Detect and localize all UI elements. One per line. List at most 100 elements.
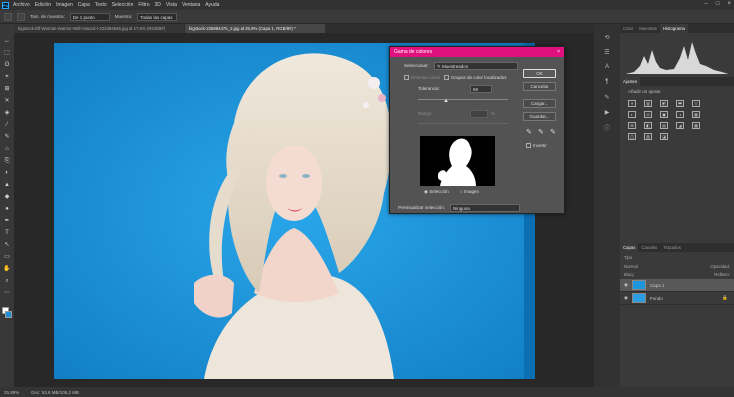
gradient-map-icon[interactable]: ▩ xyxy=(692,122,700,129)
curves-icon[interactable]: ◩ xyxy=(660,100,668,107)
tab-document-1[interactable]: bigstock-Elf-Woman-Warrior-With-Sword-I-… xyxy=(14,24,184,33)
layer-row-capa-1[interactable]: ◉ Capa 1 xyxy=(620,279,734,292)
menu-imagen[interactable]: Imagen xyxy=(56,2,73,8)
tab-document-2[interactable]: bigstock-226884475_2.jpg al 25,9% (Capa … xyxy=(185,24,325,33)
invert-checkbox[interactable]: Invertir xyxy=(526,143,547,149)
crop-tool-icon[interactable]: ⊞ xyxy=(3,85,11,93)
eye-icon[interactable]: ◉ xyxy=(624,282,628,288)
tab-channels[interactable]: Canales xyxy=(638,243,660,252)
color-balance-icon[interactable]: ⚖ xyxy=(644,111,652,118)
localized-clusters-checkbox[interactable]: Grupos de color localizados xyxy=(444,75,507,81)
cancel-button[interactable]: Cancelar xyxy=(523,82,556,91)
posterize-icon[interactable]: ▤ xyxy=(660,122,668,129)
detect-faces-box[interactable] xyxy=(404,75,409,81)
blend-mode-select[interactable]: Normal xyxy=(624,264,638,269)
zoom-tool-icon[interactable]: ⌕ xyxy=(3,277,11,285)
minimize-icon[interactable]: – xyxy=(705,1,708,7)
tab-layers[interactable]: Capas xyxy=(620,243,639,252)
hue-saturation-icon[interactable]: ◐ xyxy=(628,111,636,118)
selective-color-icon[interactable]: ◫ xyxy=(628,133,636,140)
menu-vista[interactable]: Vista xyxy=(166,2,177,8)
range-slider-track[interactable] xyxy=(418,123,508,124)
move-tool-icon[interactable]: ↔ xyxy=(3,37,11,45)
eyedropper-subtract-icon[interactable]: ✎ xyxy=(550,128,556,136)
menu-filtro[interactable]: Filtro xyxy=(138,2,149,8)
menu-seleccion[interactable]: Selección xyxy=(112,2,134,8)
layer-row-fondo[interactable]: ◉ Fondo 🔒 xyxy=(620,292,734,305)
radio-selection[interactable]: ◉ Selección xyxy=(424,189,449,195)
quick-select-tool-icon[interactable]: ⌖ xyxy=(3,73,11,81)
marquee-tool-icon[interactable]: ⬚ xyxy=(3,49,11,57)
eyedropper-sample-icon[interactable]: ✎ xyxy=(526,128,532,136)
brush-panel-icon[interactable]: ✎ xyxy=(602,92,612,102)
dodge-tool-icon[interactable]: ● xyxy=(3,205,11,213)
channel-mixer-icon[interactable]: ▦ xyxy=(692,111,700,118)
menu-edicion[interactable]: Edición xyxy=(35,2,51,8)
load-button[interactable]: Cargar... xyxy=(523,99,556,108)
lasso-tool-icon[interactable]: ʘ xyxy=(3,61,11,69)
black-white-icon[interactable]: ▣ xyxy=(660,111,668,118)
frame-tool-icon[interactable]: ✕ xyxy=(3,97,11,105)
maximize-icon[interactable]: □ xyxy=(716,1,720,7)
invert-box[interactable] xyxy=(526,143,531,149)
info-panel-icon[interactable]: ⓘ xyxy=(602,122,612,132)
brush-tool-icon[interactable]: ✎ xyxy=(3,133,11,141)
menu-ventana[interactable]: Ventana xyxy=(182,2,200,8)
stamp-tool-icon[interactable]: ⌂ xyxy=(3,145,11,153)
hand-tool-icon[interactable]: ✋ xyxy=(3,265,11,273)
layer-kind-select[interactable]: Tipo xyxy=(624,255,632,260)
tab-histogram[interactable]: Histograma xyxy=(659,24,688,33)
tolerance-slider-track[interactable] xyxy=(418,99,508,100)
tab-adjustments[interactable]: Ajustes xyxy=(620,77,641,86)
background-color[interactable] xyxy=(5,311,12,318)
threshold-icon[interactable]: ◢ xyxy=(676,122,684,129)
invert-adj-icon[interactable]: ◧ xyxy=(644,122,652,129)
sample-select[interactable]: Todas las capas xyxy=(137,12,178,21)
eyedropper-icon[interactable]: ◈ xyxy=(3,109,11,117)
paragraph-panel-icon[interactable]: ¶ xyxy=(602,77,612,87)
properties-panel-icon[interactable]: ☰ xyxy=(602,47,612,57)
menu-3d[interactable]: 3D xyxy=(155,2,161,8)
menu-texto[interactable]: Texto xyxy=(95,2,107,8)
tab-swatches[interactable]: Muestras xyxy=(636,24,660,33)
ok-button[interactable]: OK xyxy=(523,69,556,78)
range-input[interactable] xyxy=(470,110,488,118)
color-swatches[interactable] xyxy=(2,307,12,319)
zoom-level[interactable]: 25,89% xyxy=(4,390,19,395)
menu-archivo[interactable]: Archivo xyxy=(13,2,30,8)
actions-panel-icon[interactable]: ▶ xyxy=(602,107,612,117)
shape-tool-icon[interactable]: ▭ xyxy=(3,253,11,261)
photo-filter-icon[interactable]: ◑ xyxy=(676,111,684,118)
eraser-tool-icon[interactable]: ◐ xyxy=(3,169,11,177)
path-select-icon[interactable]: ↖ xyxy=(3,241,11,249)
sample-size-select[interactable]: De 1 punto xyxy=(69,12,110,21)
type-tool-icon[interactable]: T xyxy=(3,229,11,237)
menu-ayuda[interactable]: Ayuda xyxy=(205,2,219,8)
brightness-icon[interactable]: ☀ xyxy=(628,100,636,107)
gradient-tool-icon[interactable]: ▲ xyxy=(3,181,11,189)
more-tools-icon[interactable]: ⋯ xyxy=(3,289,11,297)
preview-selection-dropdown[interactable]: Ninguna xyxy=(450,204,520,212)
shadows-icon[interactable]: ▨ xyxy=(644,133,652,140)
blur-tool-icon[interactable]: ◆ xyxy=(3,193,11,201)
tolerance-slider-thumb[interactable] xyxy=(444,99,448,102)
eyedropper-tool-icon[interactable] xyxy=(17,12,25,21)
healing-tool-icon[interactable]: ⁄ xyxy=(3,121,11,129)
eyedropper-add-icon[interactable]: ✎ xyxy=(538,128,544,136)
tab-color[interactable]: Color xyxy=(620,24,636,33)
pen-tool-icon[interactable]: ✒ xyxy=(3,217,11,225)
exposure-icon[interactable]: ⬒ xyxy=(676,100,684,107)
localized-clusters-box[interactable] xyxy=(444,75,449,81)
history-panel-icon[interactable]: ⟲ xyxy=(602,32,612,42)
home-icon[interactable] xyxy=(4,12,12,21)
detect-faces-checkbox[interactable]: Detectar caras xyxy=(404,75,440,81)
history-brush-icon[interactable]: ⎘ xyxy=(3,157,11,165)
tolerance-input[interactable]: 69 xyxy=(470,85,492,93)
color-lookup-icon[interactable]: ⊞ xyxy=(628,122,636,129)
photoshop-logo[interactable]: Ps xyxy=(2,1,9,9)
select-dropdown[interactable]: ✎ Muestreados xyxy=(434,62,518,70)
eye-icon[interactable]: ◉ xyxy=(624,295,628,301)
close-icon[interactable]: × xyxy=(727,1,731,7)
save-button[interactable]: Guardar... xyxy=(523,112,556,121)
tab-paths[interactable]: Trazados xyxy=(660,243,684,252)
